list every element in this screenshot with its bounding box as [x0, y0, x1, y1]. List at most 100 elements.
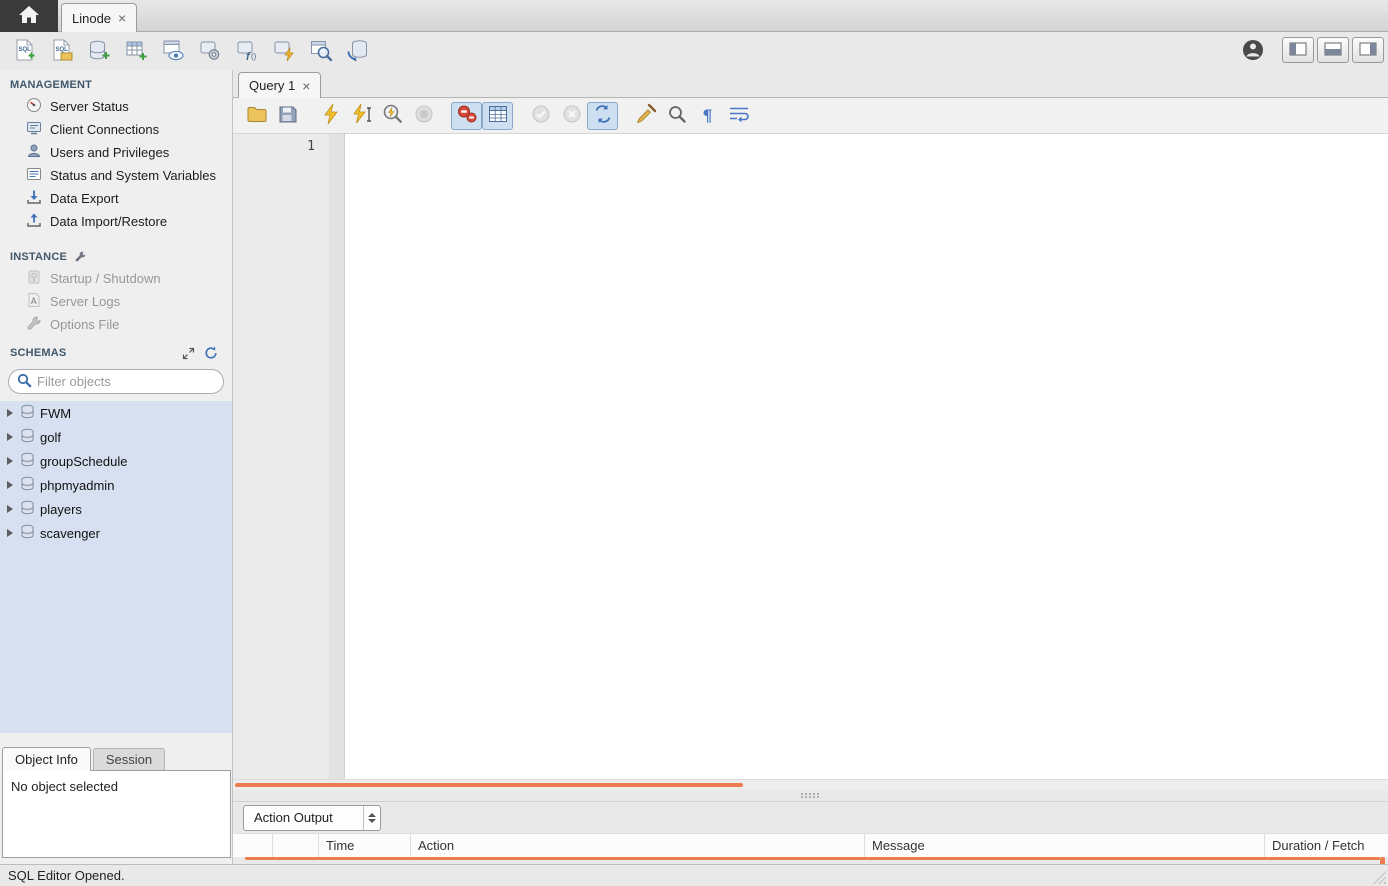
- show-invisibles-button[interactable]: ¶: [692, 102, 723, 130]
- create-procedure-icon: [198, 38, 222, 65]
- editor-output-splitter[interactable]: [233, 790, 1388, 801]
- database-icon: [20, 428, 35, 446]
- schema-filter[interactable]: [8, 369, 224, 394]
- resize-grip[interactable]: [1373, 871, 1386, 884]
- scrollbar-thumb[interactable]: [235, 783, 743, 787]
- reconnect-dbms-button[interactable]: [339, 36, 376, 66]
- tab-session[interactable]: Session: [93, 748, 165, 771]
- output-view-selector[interactable]: Action Output: [243, 805, 381, 831]
- toggle-output-area-button[interactable]: [1317, 37, 1349, 63]
- sidebar-item-server-status[interactable]: Server Status: [0, 95, 232, 118]
- server-logs-icon: A: [26, 292, 42, 311]
- create-view-button[interactable]: [154, 36, 191, 66]
- editor-toolbar: ¶: [233, 98, 1388, 134]
- limit-rows-button[interactable]: [482, 102, 513, 130]
- line-number: 1: [307, 139, 315, 154]
- splitter-grip-icon: [801, 793, 821, 799]
- expander-icon[interactable]: [7, 505, 13, 513]
- search-table-data-button[interactable]: [302, 36, 339, 66]
- expander-icon[interactable]: [7, 457, 13, 465]
- expander-icon[interactable]: [7, 409, 13, 417]
- connection-tab[interactable]: Linode ×: [61, 3, 137, 32]
- toggle-autocommit-button[interactable]: [587, 102, 618, 130]
- beautify-button[interactable]: [630, 102, 661, 130]
- beautify-icon: [635, 103, 657, 128]
- sidebar-item-data-import[interactable]: Data Import/Restore: [0, 210, 232, 233]
- toggle-stop-on-error-button[interactable]: [451, 102, 482, 130]
- close-icon[interactable]: ×: [118, 11, 126, 25]
- sql-editor[interactable]: 1: [233, 134, 1388, 779]
- svg-text:SQL: SQL: [55, 47, 68, 53]
- open-sql-script-button[interactable]: SQL: [43, 36, 80, 66]
- sidebar-item-users-privileges[interactable]: Users and Privileges: [0, 141, 232, 164]
- create-schema-button[interactable]: [80, 36, 117, 66]
- home-tab[interactable]: [0, 0, 58, 32]
- schema-tree-item[interactable]: FWM: [0, 401, 232, 425]
- data-export-icon: [26, 189, 42, 208]
- execute-current-icon: [351, 103, 373, 128]
- toggle-stop-on-error-icon: [456, 104, 478, 127]
- expander-icon[interactable]: [7, 529, 13, 537]
- editor-horizontal-scrollbar[interactable]: [233, 779, 1388, 790]
- create-trigger-button[interactable]: [265, 36, 302, 66]
- expander-icon[interactable]: [7, 481, 13, 489]
- output-horizontal-scrollbar[interactable]: [245, 857, 1380, 860]
- main-toolbar: SQL SQL: [0, 32, 1388, 70]
- sidebar-item-client-connections[interactable]: Client Connections: [0, 118, 232, 141]
- create-table-button[interactable]: [117, 36, 154, 66]
- rollback-button[interactable]: [556, 102, 587, 130]
- create-procedure-button[interactable]: [191, 36, 228, 66]
- execute-current-button[interactable]: [346, 102, 377, 130]
- refresh-icon[interactable]: [204, 346, 218, 360]
- stepper-icon[interactable]: [363, 806, 380, 830]
- editor-text-area[interactable]: [345, 134, 1388, 779]
- query-tab-strip: Query 1 ×: [233, 70, 1388, 98]
- sidebar-item-options-file[interactable]: Options File: [0, 313, 232, 336]
- sidebar-item-server-logs[interactable]: A Server Logs: [0, 290, 232, 313]
- sidebar-item-system-variables[interactable]: Status and System Variables: [0, 164, 232, 187]
- new-query-tab-button[interactable]: SQL: [6, 36, 43, 66]
- output-grid-header: Time Action Message Duration / Fetch: [233, 833, 1388, 857]
- find-button[interactable]: [661, 102, 692, 130]
- schema-tree-item[interactable]: phpmyadmin: [0, 473, 232, 497]
- tab-object-info[interactable]: Object Info: [2, 747, 91, 771]
- main-toolbar-right: [1241, 37, 1384, 63]
- create-function-button[interactable]: f(): [228, 36, 265, 66]
- open-script-icon: [246, 104, 268, 127]
- toggle-right-sidebar-icon: [1359, 42, 1377, 59]
- tab-label: Session: [106, 752, 152, 767]
- connection-tab-label: Linode: [72, 11, 111, 26]
- expand-panel-icon[interactable]: [182, 347, 195, 360]
- close-icon[interactable]: ×: [302, 79, 310, 93]
- toggle-right-sidebar-button[interactable]: [1352, 37, 1384, 63]
- schema-tree-item[interactable]: groupSchedule: [0, 449, 232, 473]
- expander-icon[interactable]: [7, 433, 13, 441]
- explain-button[interactable]: [377, 102, 408, 130]
- save-script-icon: [278, 104, 298, 127]
- query-tab-label: Query 1: [249, 78, 295, 93]
- schema-tree-item[interactable]: scavenger: [0, 521, 232, 545]
- schema-tree-item[interactable]: golf: [0, 425, 232, 449]
- sidebar-item-label: Server Logs: [50, 294, 120, 309]
- left-sidebar: MANAGEMENT Server Status Client Connecti…: [0, 70, 233, 864]
- query-tab[interactable]: Query 1 ×: [238, 72, 321, 98]
- search-table-data-icon: [309, 38, 333, 65]
- stop-button[interactable]: [408, 102, 439, 130]
- wrap-text-icon: [728, 105, 750, 126]
- column-header-time: Time: [319, 834, 411, 857]
- save-script-button[interactable]: [272, 102, 303, 130]
- open-script-button[interactable]: [241, 102, 272, 130]
- schema-tree-item[interactable]: players: [0, 497, 232, 521]
- wrap-text-button[interactable]: [723, 102, 754, 130]
- schema-filter-input[interactable]: [37, 374, 215, 389]
- sidebar-item-data-export[interactable]: Data Export: [0, 187, 232, 210]
- mysql-workbench-window: Linode × SQL SQL: [0, 0, 1388, 886]
- svg-text:(): (): [251, 52, 257, 61]
- schemas-title: SCHEMAS: [10, 347, 66, 359]
- toggle-left-sidebar-button[interactable]: [1282, 37, 1314, 63]
- execute-button[interactable]: [315, 102, 346, 130]
- commit-button[interactable]: [525, 102, 556, 130]
- sidebar-item-startup-shutdown[interactable]: Startup / Shutdown: [0, 267, 232, 290]
- output-panel-bar: Action Output: [233, 801, 1388, 833]
- server-status-icon: [26, 97, 42, 116]
